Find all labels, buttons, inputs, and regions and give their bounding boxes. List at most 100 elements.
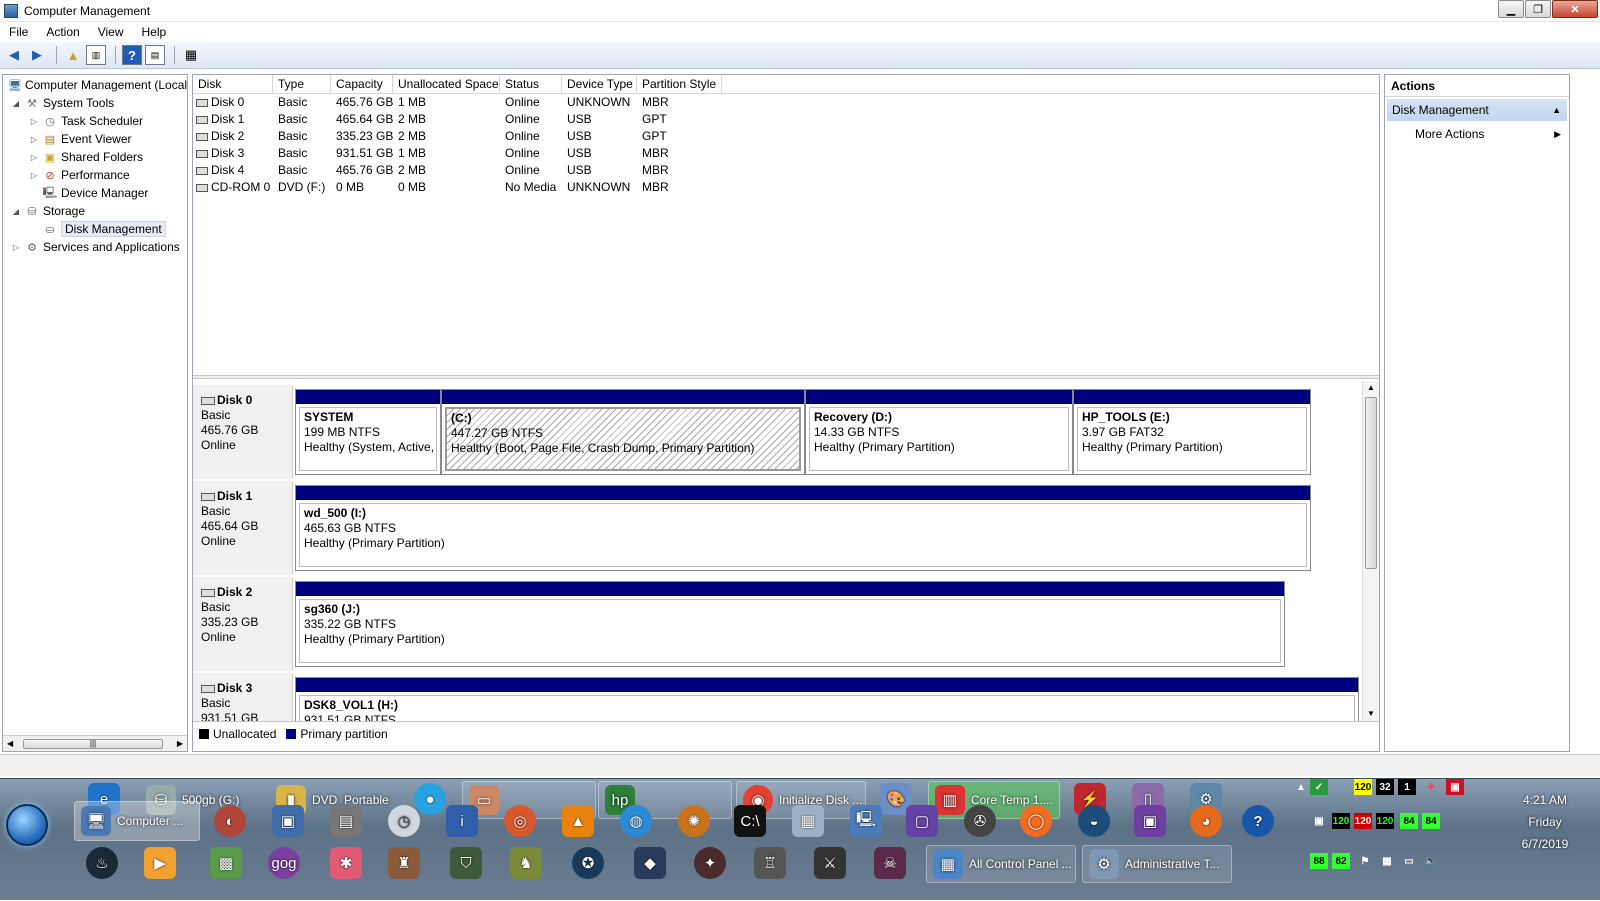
cpu-icon[interactable]: ▣ xyxy=(1134,805,1166,837)
core-temp-tray[interactable]: 1 xyxy=(1398,779,1416,795)
taskbar-clock[interactable]: 4:21 AM Friday 6/7/2019 xyxy=(1500,789,1590,889)
taskbar-item-administrative-tools[interactable]: ⚙ Administrative T... xyxy=(1082,845,1232,883)
partition[interactable]: wd_500 (I:) 465.63 GB NTFS Healthy (Prim… xyxy=(295,485,1311,571)
tree-item-event-viewer[interactable]: ▷ ▤ Event Viewer xyxy=(3,130,187,148)
tree-expander[interactable]: ▷ xyxy=(11,243,21,252)
calculator-icon[interactable]: ▦ xyxy=(792,805,824,837)
app-icon-3[interactable]: ▤ xyxy=(330,805,362,837)
up-folder-icon[interactable]: ▲ xyxy=(63,45,83,65)
volume-icon[interactable]: 🔈 xyxy=(1422,853,1440,869)
show-hide-tree-icon[interactable]: ▥ xyxy=(86,45,106,65)
properties-icon[interactable]: ▦ xyxy=(181,45,201,65)
game-icon-5[interactable]: ◆ xyxy=(634,847,666,879)
app-icon-6[interactable]: ◒ xyxy=(1078,805,1110,837)
tree-item-system-tools[interactable]: ◢ ⚒ System Tools xyxy=(3,94,187,112)
app-icon-1[interactable]: ◐ xyxy=(214,805,246,837)
graph-vertical-scrollbar[interactable]: ▲ ▼ xyxy=(1362,381,1379,721)
taskbar-item-computer-management[interactable]: 🖥 Computer ... xyxy=(74,801,200,841)
column-header-device-type[interactable]: Device Type xyxy=(562,75,637,93)
column-header-unallocated[interactable]: Unallocated Space xyxy=(393,75,500,93)
network-monitor-icon[interactable]: ▭ xyxy=(1400,853,1418,869)
core-temp-tray[interactable]: 88 xyxy=(1310,853,1328,869)
column-header-disk[interactable]: Disk xyxy=(193,75,273,93)
tray-app-icon-2[interactable]: ▣ xyxy=(1446,779,1464,795)
tray-monitor-icon[interactable]: ▣ xyxy=(1310,813,1328,829)
volume-list-row[interactable]: CD-ROM 0 DVD (F:) 0 MB 0 MB No Media UNKNOWN M… xyxy=(193,179,1379,196)
tree-expander[interactable]: ▷ xyxy=(29,117,39,126)
core-temp-tray[interactable]: 82 xyxy=(1332,853,1350,869)
gog-icon[interactable]: gog xyxy=(268,847,300,879)
app-icon-7[interactable]: ▩ xyxy=(210,847,242,879)
tree-item-computer-management[interactable]: 🖥 Computer Management (Local xyxy=(3,76,187,94)
scrollbar-thumb[interactable] xyxy=(1365,397,1377,569)
menu-file[interactable]: File xyxy=(0,25,37,39)
disk-label[interactable]: Disk 2 Basic 335.23 GB Online xyxy=(193,577,293,671)
volume-list-row[interactable]: Disk 3 Basic 931.51 GB 1 MB Online USB MBR xyxy=(193,145,1379,162)
network-icon[interactable]: ✓ xyxy=(1310,779,1328,795)
tree-expander[interactable]: ◢ xyxy=(11,99,21,108)
app-orb-icon[interactable]: ● xyxy=(414,783,446,815)
game-icon-6[interactable]: ✦ xyxy=(694,847,726,879)
tree-item-shared-folders[interactable]: ▷ ▣ Shared Folders xyxy=(3,148,187,166)
column-header-partition-style[interactable]: Partition Style xyxy=(637,75,722,93)
more-actions-item[interactable]: More Actions ▶ xyxy=(1385,123,1569,145)
tree-expander[interactable]: ▷ xyxy=(29,171,39,180)
partition-selected[interactable]: (C:) 447.27 GB NTFS Healthy (Boot, Page … xyxy=(441,389,805,475)
start-button[interactable] xyxy=(6,804,48,846)
action-center-flag-icon[interactable]: ⚑ xyxy=(1356,853,1374,869)
restore-button[interactable]: ❐ xyxy=(1525,0,1551,18)
minimize-button[interactable]: ▁ xyxy=(1498,0,1524,18)
tree-item-disk-management[interactable]: ⛀ Disk Management xyxy=(3,220,187,238)
partition[interactable]: HP_TOOLS (E:) 3.97 GB FAT32 Healthy (Pri… xyxy=(1073,389,1311,475)
core-temp-tray[interactable]: 120 xyxy=(1332,813,1350,829)
globe-icon[interactable]: ◍ xyxy=(620,805,652,837)
tree-item-performance[interactable]: ▷ ⊘ Performance xyxy=(3,166,187,184)
pane-splitter[interactable] xyxy=(193,375,1379,379)
game-icon-7[interactable]: ♖ xyxy=(754,847,786,879)
app-icon-5[interactable]: ✺ xyxy=(678,805,710,837)
collapse-icon[interactable]: ▲ xyxy=(1552,99,1561,121)
info-icon[interactable]: i xyxy=(446,805,478,837)
disk-label[interactable]: Disk 0 Basic 465.76 GB Online xyxy=(193,385,293,479)
partition[interactable]: sg360 (J:) 335.22 GB NTFS Healthy (Prima… xyxy=(295,581,1285,667)
core-temp-tray[interactable]: 84 xyxy=(1400,813,1418,829)
disk-label[interactable]: Disk 3 Basic 931.51 GB xyxy=(193,673,293,721)
menu-action[interactable]: Action xyxy=(37,25,88,39)
volume-list-row[interactable]: Disk 0 Basic 465.76 GB 1 MB Online UNKNOWN MBR xyxy=(193,94,1379,111)
scroll-down-icon[interactable]: ▼ xyxy=(1363,707,1379,721)
origin-icon[interactable]: ◯ xyxy=(1020,805,1052,837)
tree-item-task-scheduler[interactable]: ▷ ◷ Task Scheduler xyxy=(3,112,187,130)
help-icon[interactable]: ? xyxy=(1242,805,1274,837)
column-header-capacity[interactable]: Capacity xyxy=(331,75,393,93)
core-temp-tray[interactable]: 120 xyxy=(1354,813,1372,829)
partition[interactable]: Recovery (D:) 14.33 GB NTFS Healthy (Pri… xyxy=(805,389,1073,475)
tree-expander[interactable]: ◢ xyxy=(11,207,21,216)
back-arrow-icon[interactable]: ◀ xyxy=(4,45,24,65)
taskbar-item-control-panel[interactable]: ▦ All Control Panel ... xyxy=(926,845,1076,883)
vlc-icon[interactable]: ▲ xyxy=(562,805,594,837)
column-header-type[interactable]: Type xyxy=(273,75,331,93)
tree-item-services-and-applications[interactable]: ▷ ⚙ Services and Applications xyxy=(3,238,187,256)
menu-help[interactable]: Help xyxy=(133,25,176,39)
tree-expander[interactable]: ▷ xyxy=(29,153,39,162)
disk-label[interactable]: Disk 1 Basic 465.64 GB Online xyxy=(193,481,293,575)
game-icon-4[interactable]: ✪ xyxy=(572,847,604,879)
game-icon-3[interactable]: ♞ xyxy=(510,847,542,879)
media-icon[interactable]: ✇ xyxy=(964,805,996,837)
game-icon-8[interactable]: ⚔ xyxy=(814,847,846,879)
tree-item-device-manager[interactable]: 🖳 Device Manager xyxy=(3,184,187,202)
steam-icon[interactable]: ♨ xyxy=(86,847,118,879)
game-icon-2[interactable]: ⛉ xyxy=(450,847,482,879)
tray-app-icon[interactable]: ✈ xyxy=(1422,779,1440,795)
taskbar-item-hp[interactable]: hp xyxy=(598,781,732,819)
twitch-icon[interactable]: ▢ xyxy=(906,805,938,837)
volume-list-row[interactable]: Disk 1 Basic 465.64 GB 2 MB Online USB GPT xyxy=(193,111,1379,128)
tree-horizontal-scrollbar[interactable]: ◀ ||| ▶ xyxy=(3,735,187,751)
app-icon-2[interactable]: ▣ xyxy=(272,805,304,837)
tray-device-icon[interactable]: ▦ xyxy=(1378,853,1396,869)
scroll-left-icon[interactable]: ◀ xyxy=(7,739,13,748)
firefox-icon[interactable]: ◕ xyxy=(1190,805,1222,837)
forward-arrow-icon[interactable]: ▶ xyxy=(27,45,47,65)
app-icon-8[interactable]: ✱ xyxy=(330,847,362,879)
core-temp-tray[interactable]: 120 xyxy=(1376,813,1394,829)
